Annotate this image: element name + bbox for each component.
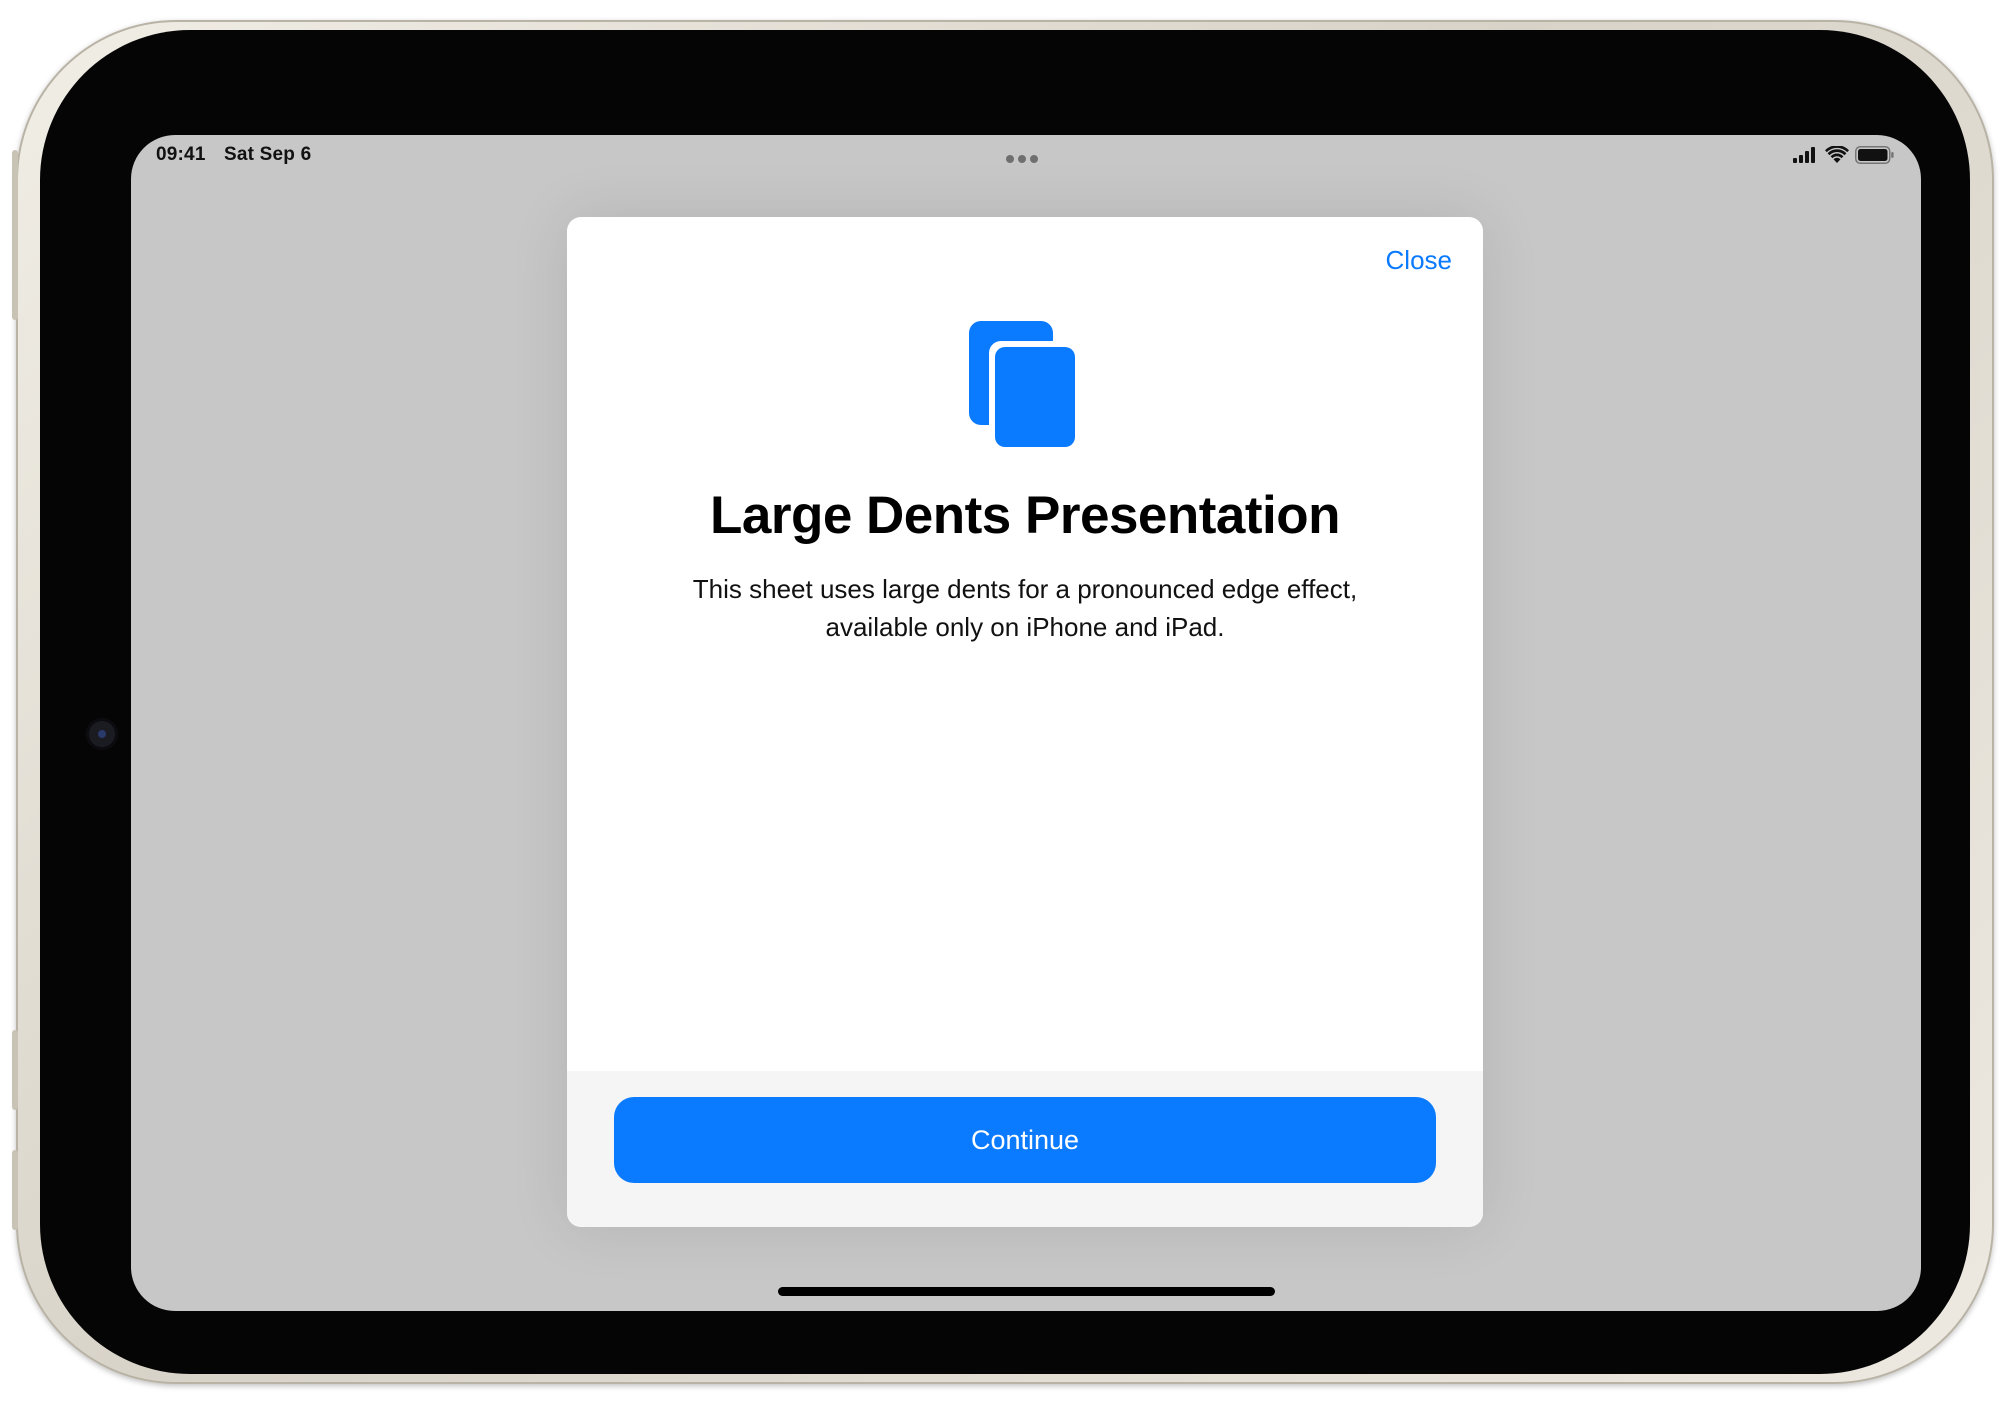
status-date: Sat Sep 6	[224, 144, 312, 165]
top-button	[12, 150, 18, 320]
screen: 09:41 Sat Sep 6 Close Large Dents Presen…	[131, 135, 1921, 1311]
sheet-footer: Continue	[567, 1071, 1483, 1227]
wifi-icon	[1825, 146, 1849, 163]
stacked-pages-icon	[969, 321, 1075, 447]
continue-button[interactable]: Continue	[614, 1097, 1436, 1183]
sheet-description: This sheet uses large dents for a pronou…	[692, 574, 1358, 642]
home-indicator[interactable]	[778, 1287, 1275, 1296]
battery-icon	[1855, 146, 1894, 164]
close-button[interactable]: Close	[1386, 245, 1452, 276]
multitasking-dots-icon[interactable]	[1006, 150, 1046, 163]
volume-up-button	[12, 1030, 18, 1110]
front-camera	[86, 718, 118, 750]
status-icons	[1793, 144, 1895, 166]
sheet: Close Large Dents Presentation This shee…	[567, 217, 1483, 1227]
status-bar: 09:41 Sat Sep 6	[131, 135, 1921, 175]
cellular-signal-icon	[1793, 147, 1815, 163]
ipad-device-frame: 09:41 Sat Sep 6 Close Large Dents Presen…	[12, 20, 1994, 1384]
volume-down-button	[12, 1150, 18, 1230]
status-time: 09:41	[156, 144, 206, 165]
sheet-title: Large Dents Presentation	[709, 486, 1341, 545]
